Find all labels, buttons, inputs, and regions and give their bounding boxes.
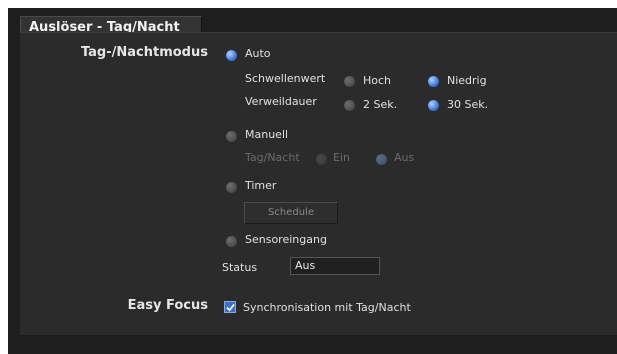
- radio-auto[interactable]: [226, 50, 237, 61]
- status-field: Aus: [290, 257, 380, 275]
- manual-off-label: Aus: [394, 151, 415, 164]
- dwell-30s-label: 30 Sek.: [447, 98, 489, 111]
- schedule-button[interactable]: Schedule: [244, 202, 338, 224]
- manual-on-label: Ein: [333, 151, 350, 164]
- auto-label: Auto: [245, 47, 271, 60]
- radio-timer[interactable]: [226, 182, 237, 193]
- radio-manual-on[interactable]: [316, 154, 327, 165]
- threshold-label: Schwellenwert: [245, 72, 326, 85]
- radio-manual[interactable]: [226, 131, 237, 142]
- radio-threshold-low[interactable]: [428, 76, 439, 87]
- manual-label: Manuell: [245, 128, 289, 141]
- threshold-low-label: Niedrig: [447, 74, 487, 87]
- sync-checkbox[interactable]: [224, 301, 236, 313]
- easy-focus-label: Easy Focus: [127, 298, 208, 313]
- radio-manual-off[interactable]: [376, 154, 387, 165]
- threshold-high-label: Hoch: [363, 74, 392, 87]
- dwell-label: Verweildauer: [245, 95, 317, 108]
- checkmark-icon: [225, 303, 235, 311]
- radio-threshold-high[interactable]: [344, 76, 355, 87]
- dwell-2s-label: 2 Sek.: [363, 98, 398, 111]
- sensor-input-label: Sensoreingang: [245, 233, 327, 246]
- radio-sensor-input[interactable]: [226, 236, 237, 247]
- radio-dwell-2s[interactable]: [344, 100, 355, 111]
- radio-dwell-30s[interactable]: [428, 100, 439, 111]
- sync-label: Synchronisation mit Tag/Nacht: [243, 301, 411, 314]
- timer-label: Timer: [245, 179, 277, 192]
- status-label: Status: [222, 261, 258, 274]
- daynight-mode-label: Tag-/Nachtmodus: [80, 45, 208, 60]
- manual-daynight-label: Tag/Nacht: [245, 151, 300, 164]
